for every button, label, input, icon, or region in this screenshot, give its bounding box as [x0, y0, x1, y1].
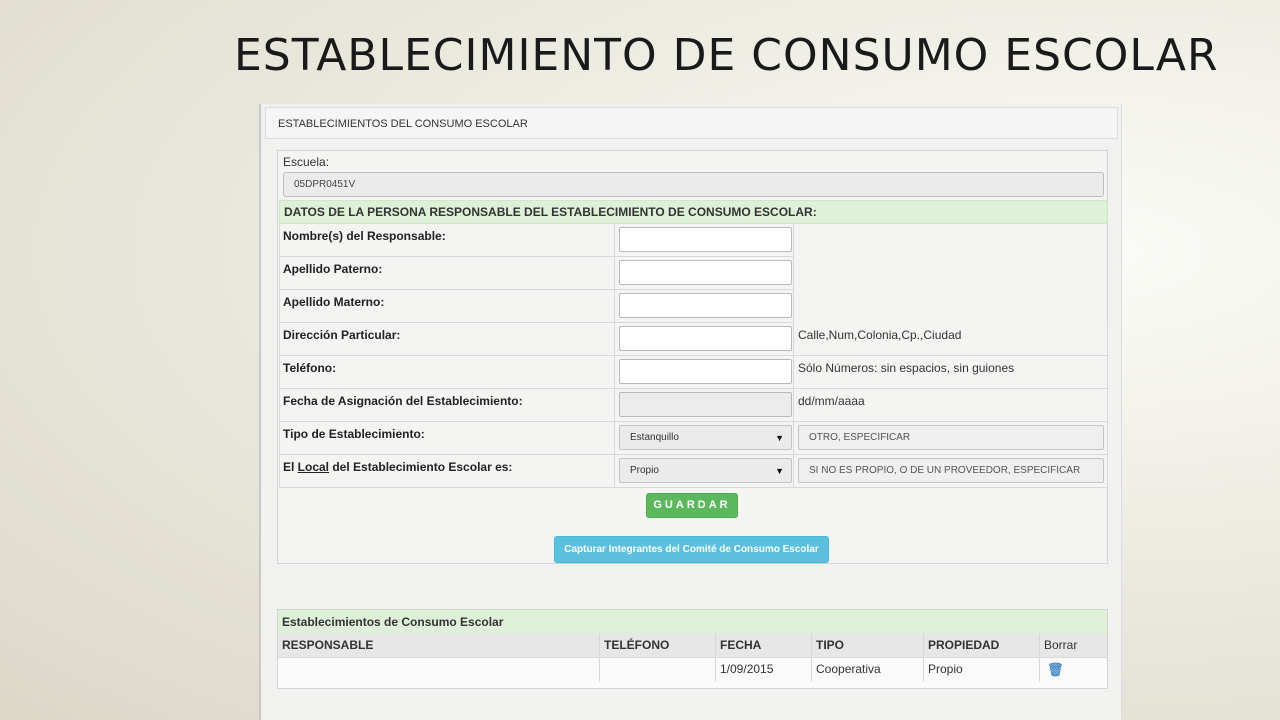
- cell-telefono: [600, 658, 716, 682]
- telefono-input[interactable]: [619, 359, 792, 384]
- local-select[interactable]: Propio ▼: [619, 458, 792, 483]
- establishment-panel: ESTABLECIMIENTOS DEL CONSUMO ESCOLAR Esc…: [259, 104, 1122, 720]
- chevron-down-icon: ▼: [775, 466, 784, 476]
- local-row: El Local del Establecimiento Escolar es:…: [279, 455, 1108, 488]
- escuela-field[interactable]: 05DPR0451V: [283, 172, 1104, 197]
- cell-fecha: 1/09/2015: [716, 658, 812, 682]
- cell-borrar: 🗑: [1040, 658, 1107, 682]
- escuela-label: Escuela:: [283, 155, 330, 169]
- telefono-label: Teléfono:: [279, 356, 615, 389]
- fecha-label: Fecha de Asignación del Establecimiento:: [279, 389, 615, 422]
- apellido-paterno-input[interactable]: [619, 260, 792, 285]
- table-title: Establecimientos de Consumo Escolar: [278, 610, 1107, 634]
- direccion-label: Dirección Particular:: [279, 323, 615, 356]
- tipo-row: Tipo de Establecimiento: Estanquillo ▼ O…: [279, 422, 1108, 455]
- telefono-hint: Sólo Números: sin espacios, sin guiones: [794, 356, 1108, 389]
- chevron-down-icon: ▼: [775, 433, 784, 443]
- nombre-input[interactable]: [619, 227, 792, 252]
- establishments-table: Establecimientos de Consumo Escolar RESP…: [277, 609, 1108, 689]
- apellido-materno-label: Apellido Materno:: [279, 290, 615, 323]
- local-select-value: Propio: [630, 465, 659, 476]
- telefono-row: Teléfono: Sólo Números: sin espacios, si…: [279, 356, 1108, 389]
- tipo-select[interactable]: Estanquillo ▼: [619, 425, 792, 450]
- apellido-paterno-label: Apellido Paterno:: [279, 257, 615, 290]
- nombre-label: Nombre(s) del Responsable:: [279, 224, 615, 257]
- nombre-row: Nombre(s) del Responsable:: [279, 224, 1108, 257]
- header-responsable: RESPONSABLE: [278, 634, 600, 658]
- panel-header: ESTABLECIMIENTOS DEL CONSUMO ESCOLAR: [265, 107, 1118, 139]
- slide-title: ESTABLECIMIENTO DE CONSUMO ESCOLAR: [234, 30, 1219, 81]
- direccion-hint: Calle,Num,Colonia,Cp.,Ciudad: [794, 323, 1108, 356]
- local-link[interactable]: Local: [298, 460, 329, 474]
- capturar-comite-button[interactable]: Capturar Integrantes del Comité de Consu…: [554, 536, 829, 563]
- cell-tipo: Cooperativa: [812, 658, 924, 682]
- header-propiedad: PROPIEDAD: [924, 634, 1040, 658]
- tipo-select-value: Estanquillo: [630, 432, 679, 443]
- cell-responsable: [278, 658, 600, 682]
- fecha-hint: dd/mm/aaaa: [794, 389, 1108, 422]
- fecha-input[interactable]: [619, 392, 792, 417]
- apellido-materno-input[interactable]: [619, 293, 792, 318]
- trash-icon[interactable]: 🗑: [1044, 662, 1064, 677]
- direccion-row: Dirección Particular: Calle,Num,Colonia,…: [279, 323, 1108, 356]
- header-tipo: TIPO: [812, 634, 924, 658]
- header-fecha: FECHA: [716, 634, 812, 658]
- cell-propiedad: Propio: [924, 658, 1040, 682]
- tipo-other-input[interactable]: OTRO, ESPECIFICAR: [798, 425, 1104, 450]
- header-telefono: TELÉFONO: [600, 634, 716, 658]
- header-borrar: Borrar: [1040, 634, 1107, 658]
- local-other-input[interactable]: SI NO ES PROPIO, O DE UN PROVEEDOR, ESPE…: [798, 458, 1104, 483]
- fecha-row: Fecha de Asignación del Establecimiento:…: [279, 389, 1108, 422]
- local-label: El Local del Establecimiento Escolar es:: [279, 455, 615, 488]
- tipo-label: Tipo de Establecimiento:: [279, 422, 615, 455]
- guardar-button[interactable]: GUARDAR: [646, 493, 738, 518]
- apellido-paterno-row: Apellido Paterno:: [279, 257, 1108, 290]
- responsible-section-title: DATOS DE LA PERSONA RESPONSABLE DEL ESTA…: [279, 200, 1108, 224]
- direccion-input[interactable]: [619, 326, 792, 351]
- apellido-materno-row: Apellido Materno:: [279, 290, 1108, 323]
